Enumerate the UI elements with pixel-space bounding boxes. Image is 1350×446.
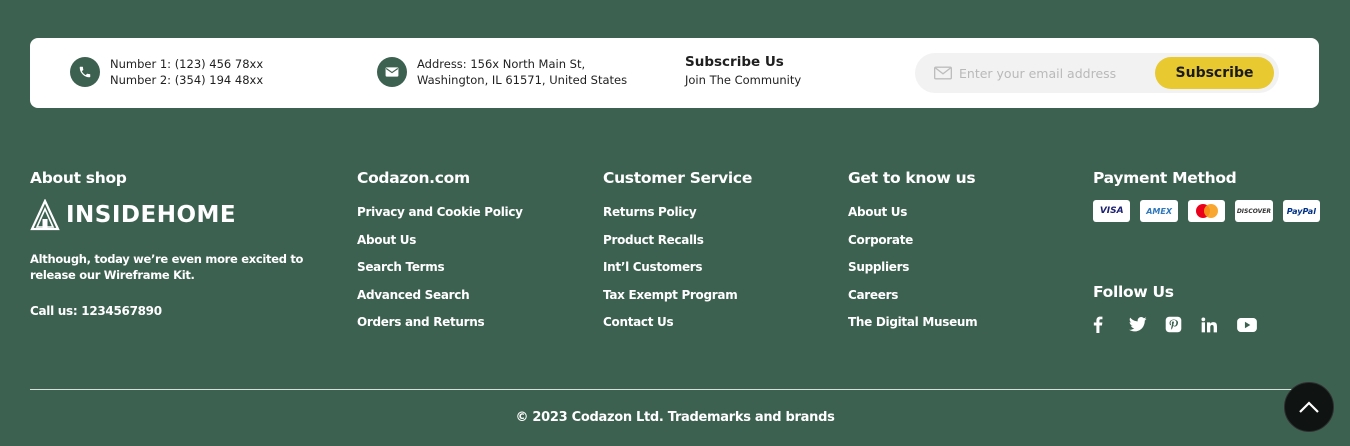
amex-card-icon: AMEX [1140, 200, 1178, 222]
linkedin-icon[interactable] [1201, 316, 1237, 333]
paypal-card-icon: PayPal [1282, 200, 1321, 222]
footer-link[interactable]: Contact Us [603, 314, 752, 342]
house-logo-icon [30, 199, 60, 231]
about-description: Although, today we’re even more excited … [30, 252, 304, 282]
column-heading: Codazon.com [357, 169, 470, 187]
mastercard-icon [1187, 200, 1226, 222]
payment-method-heading: Payment Method [1093, 169, 1237, 187]
phone-number-2: Number 2: (354) 194 48xx [110, 73, 264, 87]
chevron-up-icon [1299, 401, 1319, 413]
column-heading: Customer Service [603, 169, 753, 187]
payment-follow-column: Payment Method VISA AMEX DISCOVER PayPal… [1093, 168, 1321, 333]
visa-card-icon: VISA [1093, 200, 1131, 222]
footer-link[interactable]: Search Terms [357, 259, 523, 287]
footer-link[interactable]: Product Recalls [603, 232, 752, 260]
pinterest-icon[interactable] [1165, 316, 1201, 333]
envelope-icon [377, 57, 407, 87]
subscribe-form: Subscribe [915, 53, 1279, 93]
address-contact: Address: 156x North Main St, Washington,… [377, 56, 627, 88]
footer-link[interactable]: The Digital Museum [848, 314, 978, 342]
copyright-text: © 2023 Codazon Ltd. Trademarks and brand… [515, 410, 835, 425]
footer-link[interactable]: Tax Exempt Program [603, 287, 752, 315]
footer-link[interactable]: Advanced Search [357, 287, 523, 315]
footer-link[interactable]: About Us [357, 232, 523, 260]
subscribe-button[interactable]: Subscribe [1155, 57, 1274, 89]
scroll-to-top-button[interactable] [1284, 382, 1334, 432]
footer-link[interactable]: Int’l Customers [603, 259, 752, 287]
phone-number-1: Number 1: (123) 456 78xx [110, 57, 264, 71]
email-input[interactable] [959, 65, 1149, 81]
mail-icon [934, 66, 952, 80]
phone-icon [70, 57, 100, 87]
phone-contact: Number 1: (123) 456 78xx Number 2: (354)… [70, 56, 263, 88]
discover-card-icon: DISCOVER [1235, 200, 1273, 222]
footer-link[interactable]: Returns Policy [603, 204, 752, 232]
footer-link[interactable]: Orders and Returns [357, 314, 523, 342]
call-us-text: Call us: 1234567890 [30, 304, 162, 318]
twitter-icon[interactable] [1129, 317, 1165, 332]
follow-us-heading: Follow Us [1093, 283, 1174, 301]
about-shop-column: About shop INSIDEHOME Although, today we… [30, 168, 310, 318]
subscribe-title: Subscribe Us [685, 54, 784, 70]
youtube-icon[interactable] [1237, 317, 1273, 332]
address-line-2: Washington, IL 61571, United States [417, 73, 628, 87]
customer-service-column: Customer Service Returns Policy Product … [603, 168, 752, 342]
footer-link[interactable]: Privacy and Cookie Policy [357, 204, 523, 232]
facebook-icon[interactable] [1093, 316, 1129, 333]
logo-text: INSIDEHOME [66, 202, 237, 228]
footer-link[interactable]: Corporate [848, 232, 977, 260]
footer-link[interactable]: Careers [848, 287, 977, 315]
codazon-column: Codazon.com Privacy and Cookie Policy Ab… [357, 168, 523, 342]
footer-divider [30, 389, 1319, 390]
contact-bar: Number 1: (123) 456 78xx Number 2: (354)… [30, 38, 1319, 108]
footer-link[interactable]: Suppliers [848, 259, 977, 287]
column-heading: Get to know us [848, 169, 976, 187]
address-line-1: Address: 156x North Main St, [417, 57, 586, 71]
subscribe-subtitle: Join The Community [685, 73, 802, 87]
get-to-know-us-column: Get to know us About Us Corporate Suppli… [848, 168, 978, 342]
footer-link[interactable]: About Us [848, 204, 977, 232]
subscribe-heading: Subscribe Us Join The Community [685, 53, 801, 88]
insidehome-logo[interactable]: INSIDEHOME [30, 199, 310, 231]
about-shop-heading: About shop [30, 169, 127, 187]
